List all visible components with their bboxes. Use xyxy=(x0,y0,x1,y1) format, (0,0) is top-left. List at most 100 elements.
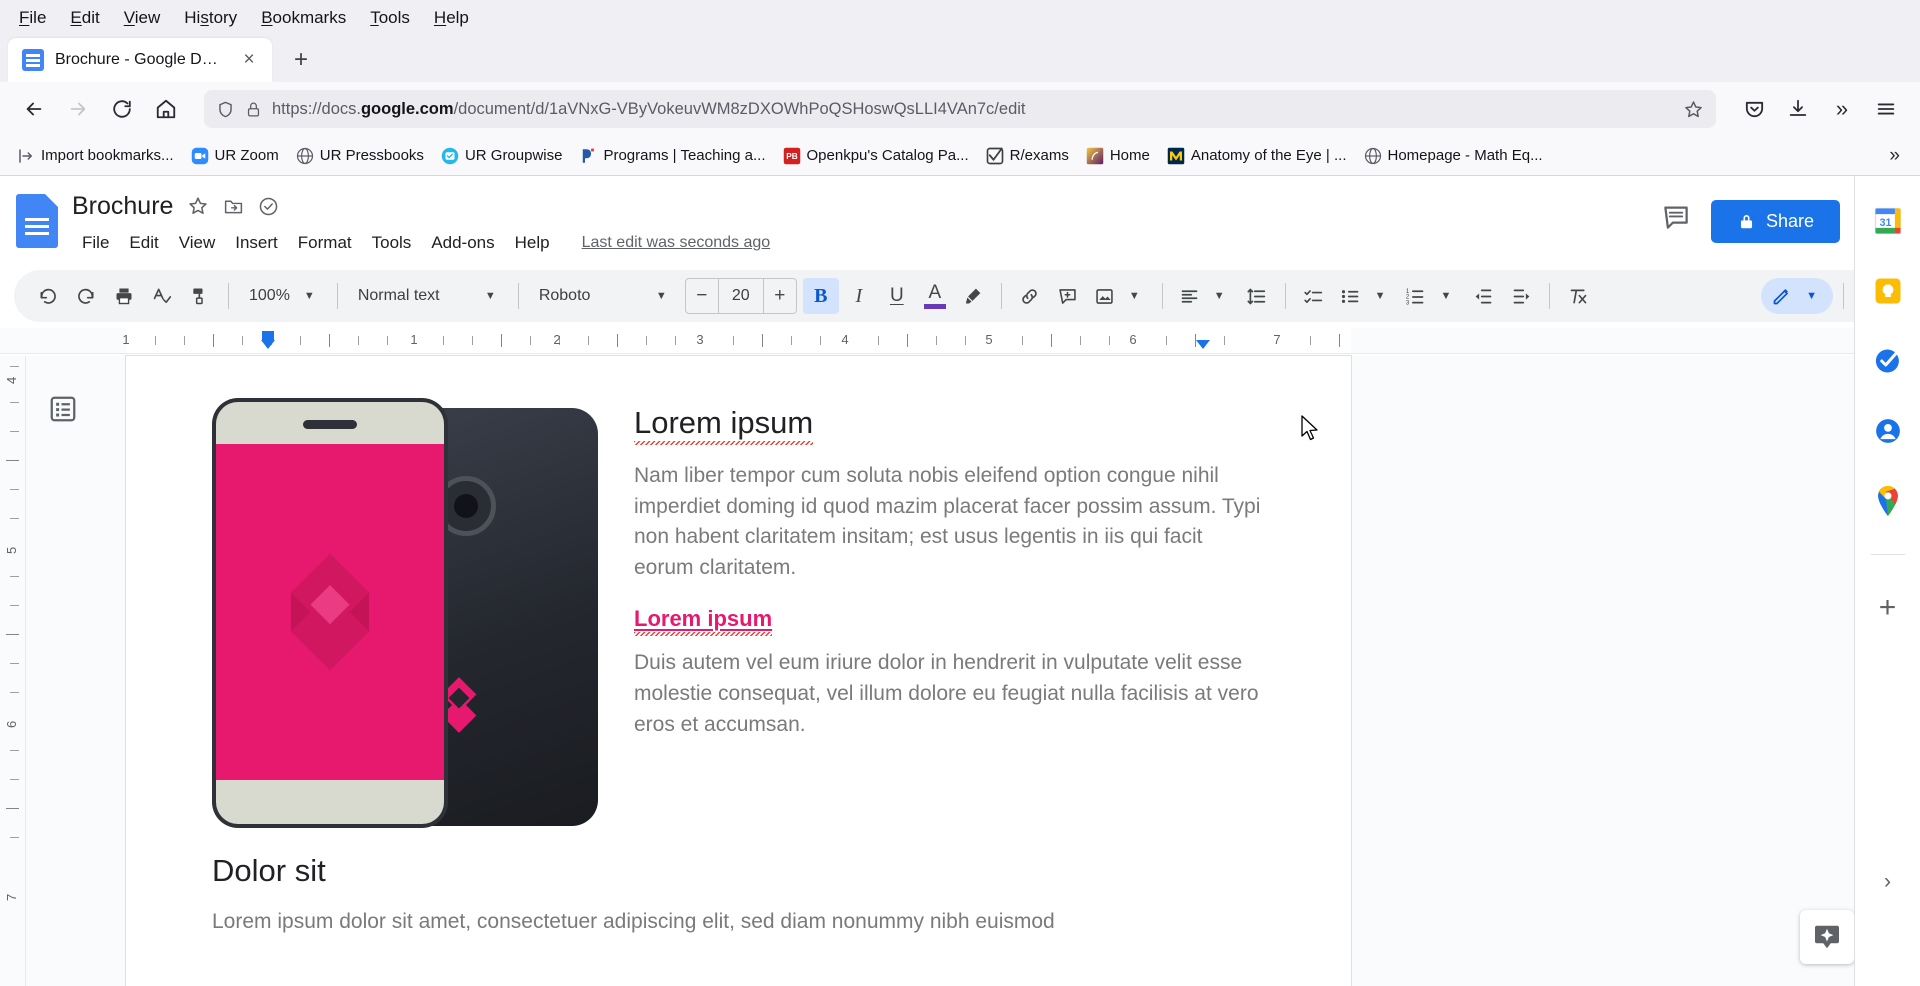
menu-edit[interactable]: Edit xyxy=(59,6,110,29)
spellcheck-icon[interactable] xyxy=(144,278,180,314)
phone-front xyxy=(212,398,448,828)
bookmark-rexams[interactable]: R/exams xyxy=(979,143,1076,169)
bookmark-ur-zoom[interactable]: UR Zoom xyxy=(184,143,286,169)
bulleted-list-button[interactable]: ▼ xyxy=(1334,278,1398,314)
bookmark-openkpu[interactable]: PB Openkpu's Catalog Pa... xyxy=(776,143,976,169)
line-spacing-icon[interactable] xyxy=(1239,278,1275,314)
clear-formatting-icon[interactable] xyxy=(1560,278,1596,314)
bookmarks-overflow-icon[interactable]: » xyxy=(1879,145,1910,167)
font-family-select[interactable]: Roboto ▼ xyxy=(529,278,679,314)
align-button[interactable]: ▼ xyxy=(1173,278,1237,314)
last-edit-status[interactable]: Last edit was seconds ago xyxy=(582,234,771,252)
font-size-stepper[interactable]: − 20 + xyxy=(684,278,797,314)
text-color-button[interactable]: A xyxy=(917,278,953,314)
document-title[interactable]: Brochure xyxy=(72,192,173,221)
hamburger-menu-icon[interactable] xyxy=(1866,89,1906,129)
home-icon[interactable] xyxy=(146,89,186,129)
font-size-decrease[interactable]: − xyxy=(686,285,718,307)
share-button[interactable]: Share xyxy=(1710,200,1840,243)
bookmark-label: Anatomy of the Eye | ... xyxy=(1190,147,1347,164)
reload-icon[interactable] xyxy=(102,89,142,129)
paragraph-1: Nam liber tempor cum soluta nobis eleife… xyxy=(634,463,1261,580)
underline-button[interactable]: U xyxy=(879,278,915,314)
add-comment-icon[interactable] xyxy=(1050,278,1086,314)
move-to-folder-icon[interactable] xyxy=(223,196,244,217)
cloud-saved-icon[interactable] xyxy=(258,196,279,217)
bookmark-homepage-math[interactable]: Homepage - Math Eq... xyxy=(1357,143,1550,169)
docs-menu-view[interactable]: View xyxy=(169,228,226,258)
print-icon[interactable] xyxy=(106,278,142,314)
bookmark-ur-groupwise[interactable]: UR Groupwise xyxy=(434,143,570,169)
bookmark-import[interactable]: Import bookmarks... xyxy=(10,143,181,169)
docs-menu-help[interactable]: Help xyxy=(505,228,560,258)
document-outline-toggle[interactable] xyxy=(46,392,80,426)
editing-mode-button[interactable]: ▼ xyxy=(1761,278,1833,314)
ruler-number: 3 xyxy=(696,332,704,347)
paragraph-style-select[interactable]: Normal text ▼ xyxy=(348,278,508,314)
chevron-down-icon: ▼ xyxy=(1213,290,1225,302)
document-page[interactable]: Lorem ipsum Nam liber tempor cum soluta … xyxy=(126,356,1351,986)
browser-tab[interactable]: Brochure - Google Docs × xyxy=(8,38,272,82)
bookmark-programs[interactable]: Programs | Teaching a... xyxy=(572,143,772,169)
docs-menu-insert[interactable]: Insert xyxy=(225,228,288,258)
formatting-toolbar: 100% ▼ Normal text ▼ Roboto ▼ − 20 + B I… xyxy=(14,270,1906,322)
first-line-indent-marker[interactable] xyxy=(262,331,274,340)
checklist-icon[interactable] xyxy=(1296,278,1332,314)
menu-bookmarks[interactable]: Bookmarks xyxy=(250,6,357,29)
docs-header: Brochure File Edit View Insert Format To… xyxy=(0,176,1920,268)
download-icon[interactable] xyxy=(1778,89,1818,129)
increase-indent-icon[interactable] xyxy=(1503,278,1539,314)
svg-text:PB: PB xyxy=(786,152,798,161)
docs-menu-edit[interactable]: Edit xyxy=(119,228,168,258)
insert-link-icon[interactable] xyxy=(1012,278,1048,314)
pocket-icon[interactable] xyxy=(1734,89,1774,129)
google-tasks-icon[interactable] xyxy=(1871,344,1905,378)
menu-history[interactable]: History xyxy=(173,6,248,29)
bookmark-anatomy-of-the-eye[interactable]: Anatomy of the Eye | ... xyxy=(1160,143,1354,169)
star-icon[interactable] xyxy=(187,195,209,217)
google-calendar-icon[interactable]: 31 xyxy=(1871,204,1905,238)
menu-tools[interactable]: Tools xyxy=(359,6,421,29)
add-side-panel-app-button[interactable]: + xyxy=(1871,591,1905,625)
docs-menu-tools[interactable]: Tools xyxy=(362,228,422,258)
menu-help[interactable]: Help xyxy=(423,6,480,29)
bookmark-ur-pressbooks[interactable]: UR Pressbooks xyxy=(289,143,431,169)
italic-button[interactable]: I xyxy=(841,278,877,314)
redo-icon[interactable] xyxy=(68,278,104,314)
close-icon[interactable]: × xyxy=(236,47,262,73)
decrease-indent-icon[interactable] xyxy=(1465,278,1501,314)
google-maps-icon[interactable] xyxy=(1871,484,1905,518)
heading-lorem-ipsum: Lorem ipsum xyxy=(634,404,814,445)
bookmark-label: UR Groupwise xyxy=(464,147,563,164)
google-side-panel: 31 + › xyxy=(1854,176,1920,986)
docs-menu-file[interactable]: File xyxy=(72,228,119,258)
google-contacts-icon[interactable] xyxy=(1871,414,1905,448)
document-text-column[interactable]: Lorem ipsum Nam liber tempor cum soluta … xyxy=(634,386,1265,828)
horizontal-ruler[interactable]: 1 1 2 3 4 5 6 7 xyxy=(0,328,1920,354)
undo-icon[interactable] xyxy=(30,278,66,314)
explore-button[interactable] xyxy=(1800,910,1854,964)
expand-side-panel-chevron-icon[interactable]: › xyxy=(1884,870,1891,894)
font-size-input[interactable]: 20 xyxy=(717,279,764,313)
back-arrow-icon[interactable] xyxy=(14,89,54,129)
menu-view[interactable]: View xyxy=(113,6,172,29)
bookmark-home[interactable]: Home xyxy=(1079,143,1157,169)
google-keep-icon[interactable] xyxy=(1871,274,1905,308)
new-tab-button[interactable]: + xyxy=(284,43,318,77)
insert-image-button[interactable]: ▼ xyxy=(1088,278,1152,314)
paint-format-icon[interactable] xyxy=(182,278,218,314)
bold-button[interactable]: B xyxy=(802,278,839,314)
comment-history-icon[interactable] xyxy=(1661,202,1691,232)
menu-file[interactable]: File xyxy=(8,6,57,29)
zoom-select[interactable]: 100% ▼ xyxy=(239,278,327,314)
highlight-color-button[interactable] xyxy=(955,278,991,314)
font-size-increase[interactable]: + xyxy=(764,285,796,307)
numbered-list-button[interactable]: 123 ▼ xyxy=(1399,278,1463,314)
docs-menu-format[interactable]: Format xyxy=(288,228,362,258)
url-bar[interactable]: https://docs.google.com/document/d/1aVNx… xyxy=(204,90,1716,128)
right-indent-marker[interactable] xyxy=(1196,340,1210,349)
zoom-icon xyxy=(191,147,208,164)
toolbar-overflow-icon[interactable]: » xyxy=(1822,89,1862,129)
left-indent-marker[interactable] xyxy=(261,340,275,349)
docs-menu-addons[interactable]: Add-ons xyxy=(421,228,504,258)
